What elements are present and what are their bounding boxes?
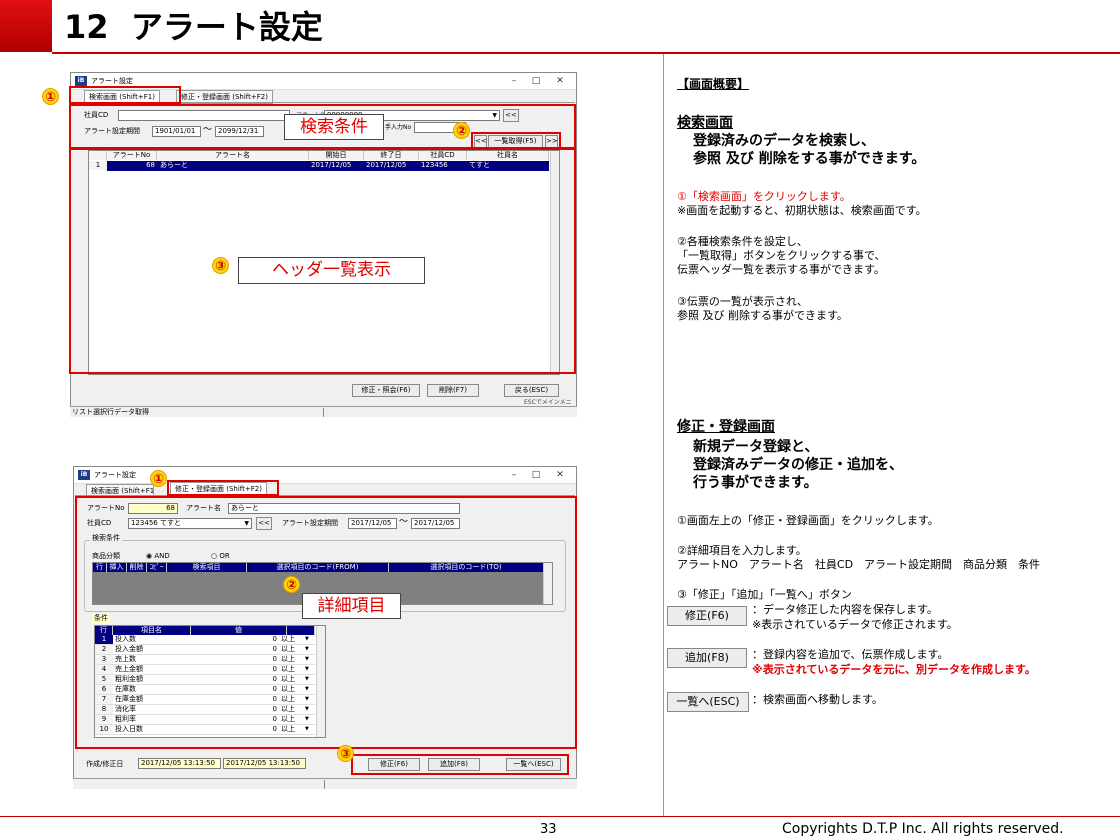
callout-search-conditions: 検索条件 [284, 114, 384, 140]
title-accent-bar [0, 0, 52, 52]
edit-desc-1: 新規データ登録と、 [693, 439, 819, 455]
minimize-icon[interactable]: – [504, 73, 524, 90]
step-s1b: ※画面を起動すると、初期状態は、検索画面です。 [677, 204, 927, 217]
btn-edit-desc-2: ※表示されているデータで修正されます。 [752, 618, 958, 631]
btn-edit-desc-1: ：データ修正した内容を保存します。 [752, 603, 938, 616]
title-underline [52, 52, 1120, 54]
callout-detail-items: 詳細項目 [302, 593, 401, 619]
mark-1: ① [42, 88, 59, 105]
slide-page: 12 アラート設定 iB アラート設定 – □ ✕ 検索画面 (Shift+F1… [0, 0, 1120, 840]
step-e1: ①画面左上の「修正・登録画面」をクリックします。 [677, 514, 939, 527]
edit-desc-2: 登録済みデータの修正・追加を、 [693, 457, 903, 473]
page-number: 33 [540, 822, 557, 837]
status-divider [323, 408, 324, 417]
btn-list-desc: ：検索画面へ移動します。 [752, 693, 883, 706]
section-number: 12 [64, 8, 109, 46]
btn-add-desc-2: ※表示されているデータを元に、別データを作成します。 [752, 663, 1036, 676]
status-bar-2 [73, 778, 577, 789]
step-s1a: ①「検索画面」をクリックします。 [677, 190, 851, 204]
status-text: リスト選択行データ取得 [72, 408, 149, 416]
step-s2a: ②各種検索条件を設定し、 [677, 235, 808, 248]
highlight-tab-search [69, 86, 181, 104]
minimize-icon-2[interactable]: – [504, 467, 524, 484]
highlight-action-buttons [351, 754, 569, 775]
step-e2a: ②詳細項目を入力します。 [677, 544, 807, 557]
step-s2c: 伝票ヘッダ一覧を表示する事ができます。 [677, 263, 885, 276]
back-button[interactable]: 戻る(ESC) [504, 384, 559, 397]
edit-view-button[interactable]: 修正・照会(F6) [352, 384, 420, 397]
footer-line [0, 816, 1120, 817]
panel-divider [663, 54, 664, 816]
close-icon[interactable]: ✕ [550, 73, 570, 90]
step-e3: ③「修正」「追加」「一覧へ」ボタン [677, 588, 852, 601]
window2-title: アラート設定 [94, 471, 136, 479]
created-field: 2017/12/05 13:13:50 [138, 758, 221, 769]
created-label: 作成/修正日 [86, 760, 124, 768]
mark-3: ③ [212, 257, 229, 274]
step-s2b: 「一覧取得」ボタンをクリックする事で、 [677, 249, 886, 262]
search-desc-1: 登録済みのデータを検索し、 [693, 133, 875, 149]
highlight-tab-edit [167, 480, 279, 496]
highlight-detail-items [75, 496, 577, 749]
maximize-icon-2[interactable]: □ [526, 467, 546, 484]
step-s1a-text: ①「検索画面」をクリックします。 [677, 190, 851, 203]
window-title: アラート設定 [91, 77, 133, 85]
section-title: 12 アラート設定 [64, 6, 323, 48]
mark-3b: ③ [337, 745, 354, 762]
step-e2b: アラートNO アラート名 社員CD アラート設定期間 商品分類 条件 [677, 558, 1041, 571]
callout-header-list: ヘッダ一覧表示 [238, 257, 425, 284]
app-icon: iB [75, 76, 87, 86]
step-s3b: 参照 及び 削除する事ができます。 [677, 309, 848, 322]
mark-2b: ② [283, 576, 300, 593]
edit-desc-3: 行う事ができます。 [693, 475, 818, 491]
edit-screen-heading: 修正・登録画面 [677, 419, 775, 435]
status2-divider [324, 780, 325, 789]
search-screen-heading: 検索画面 [677, 115, 733, 131]
mark-1b: ① [150, 470, 167, 487]
close-icon-2[interactable]: ✕ [550, 467, 570, 484]
delete-button[interactable]: 削除(F7) [427, 384, 479, 397]
overview-heading: 【画面概要】 [677, 77, 750, 91]
updated-field: 2017/12/05 13:13:50 [223, 758, 306, 769]
btn-add-desc-1: ：登録内容を追加で、伝票作成します。 [752, 648, 949, 661]
mark-2: ② [453, 122, 470, 139]
sample-add-button: 追加(F8) [667, 648, 747, 668]
copyright: Copyrights D.T.P Inc. All rights reserve… [782, 821, 1064, 837]
sample-edit-button: 修正(F6) [667, 606, 747, 626]
status-bar: リスト選択行データ取得 [70, 406, 577, 417]
maximize-icon[interactable]: □ [526, 73, 546, 90]
step-s3a: ③伝票の一覧が表示され、 [677, 295, 808, 308]
sample-list-button: 一覧へ(ESC) [667, 692, 749, 712]
search-desc-2: 参照 及び 削除をする事ができます。 [693, 151, 926, 167]
app-icon-2: iB [78, 470, 90, 480]
page-title: アラート設定 [130, 8, 323, 46]
